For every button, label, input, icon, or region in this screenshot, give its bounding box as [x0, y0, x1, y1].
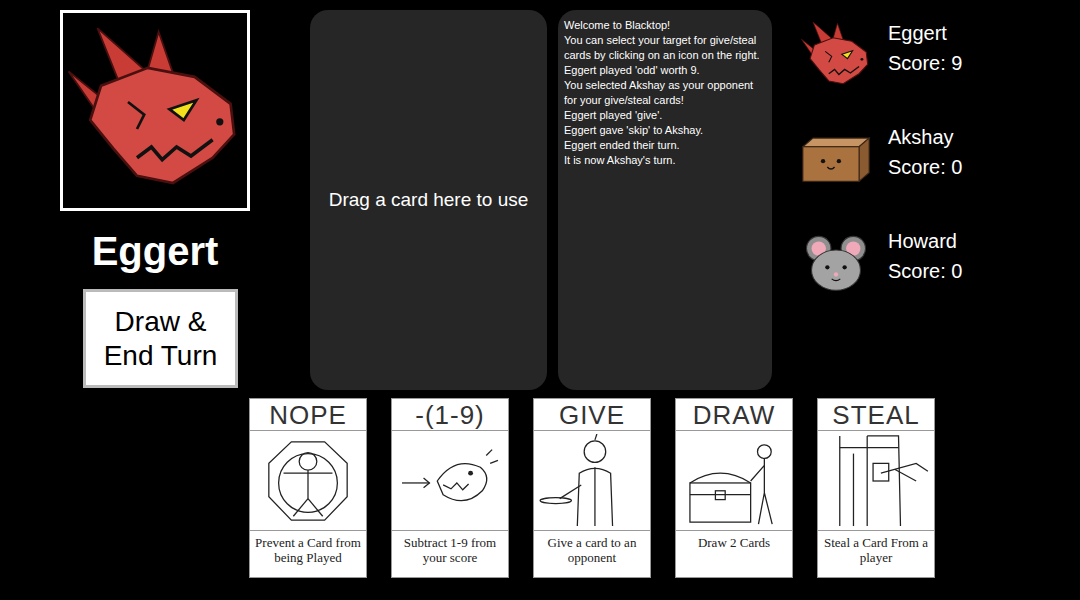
card-title: -(1-9): [392, 399, 508, 431]
card[interactable]: -(1-9) Subtract 1-9 from your score: [391, 398, 509, 578]
nope-icon: [250, 431, 366, 531]
player-name: Eggert: [888, 18, 962, 48]
log-line: It is now Akshay's turn.: [564, 153, 766, 168]
dragon-icon[interactable]: [800, 19, 872, 91]
drop-zone-label: Drag a card here to use: [329, 188, 529, 212]
card[interactable]: STEAL Steal a Card From a player: [817, 398, 935, 578]
player-name: Akshay: [888, 122, 962, 152]
player-name: Eggert: [60, 227, 250, 275]
card[interactable]: GIVE Give a card to an opponent: [533, 398, 651, 578]
log-line: Welcome to Blacktop!: [564, 18, 766, 33]
player-row[interactable]: AkshayScore: 0: [800, 118, 962, 200]
log-line: Eggert ended their turn.: [564, 138, 766, 153]
draw-icon: [676, 431, 792, 531]
card-description: Draw 2 Cards: [676, 531, 792, 554]
player-score: Score: 0: [888, 256, 962, 286]
draw-end-turn-button[interactable]: Draw & End Turn: [83, 289, 238, 388]
player-name: Howard: [888, 226, 962, 256]
player-row[interactable]: EggertScore: 9: [800, 14, 962, 96]
player-list: EggertScore: 9AkshayScore: 0HowardScore:…: [800, 10, 962, 388]
drop-zone[interactable]: Drag a card here to use: [310, 10, 547, 390]
dragon-icon: [65, 21, 245, 201]
log-line: You selected Akshay as your opponent for…: [564, 78, 766, 108]
give-icon: [534, 431, 650, 531]
card-description: Prevent a Card from being Played: [250, 531, 366, 569]
card-title: NOPE: [250, 399, 366, 431]
player-score: Score: 0: [888, 152, 962, 182]
player-info: EggertScore: 9: [888, 18, 962, 78]
player-score: Score: 9: [888, 48, 962, 78]
player-info: AkshayScore: 0: [888, 122, 962, 182]
log-line: Eggert played 'give'.: [564, 108, 766, 123]
card[interactable]: NOPE Prevent a Card from being Played: [249, 398, 367, 578]
mouse-icon[interactable]: [800, 227, 872, 299]
card-description: Give a card to an opponent: [534, 531, 650, 569]
steal-icon: [818, 431, 934, 531]
log-line: Eggert played 'odd' worth 9.: [564, 63, 766, 78]
card[interactable]: DRAW Draw 2 Cards: [675, 398, 793, 578]
box-icon[interactable]: [800, 123, 872, 195]
button-label[interactable]: Draw & End Turn: [94, 305, 227, 373]
card-title: DRAW: [676, 399, 792, 431]
message-log: Welcome to Blacktop!You can select your …: [558, 10, 772, 390]
card-description: Subtract 1-9 from your score: [392, 531, 508, 569]
hand: NOPE Prevent a Card from being Played -(1-…: [0, 398, 1080, 578]
card-title: STEAL: [818, 399, 934, 431]
card-title: GIVE: [534, 399, 650, 431]
player-portrait: [60, 10, 250, 211]
card-description: Steal a Card From a player: [818, 531, 934, 569]
player-info: HowardScore: 0: [888, 226, 962, 286]
log-line: You can select your target for give/stea…: [564, 33, 766, 63]
player-panel: Eggert Draw & End Turn: [60, 10, 250, 388]
log-line: Eggert gave 'skip' to Akshay.: [564, 123, 766, 138]
subtract-icon: [392, 431, 508, 531]
player-row[interactable]: HowardScore: 0: [800, 222, 962, 304]
